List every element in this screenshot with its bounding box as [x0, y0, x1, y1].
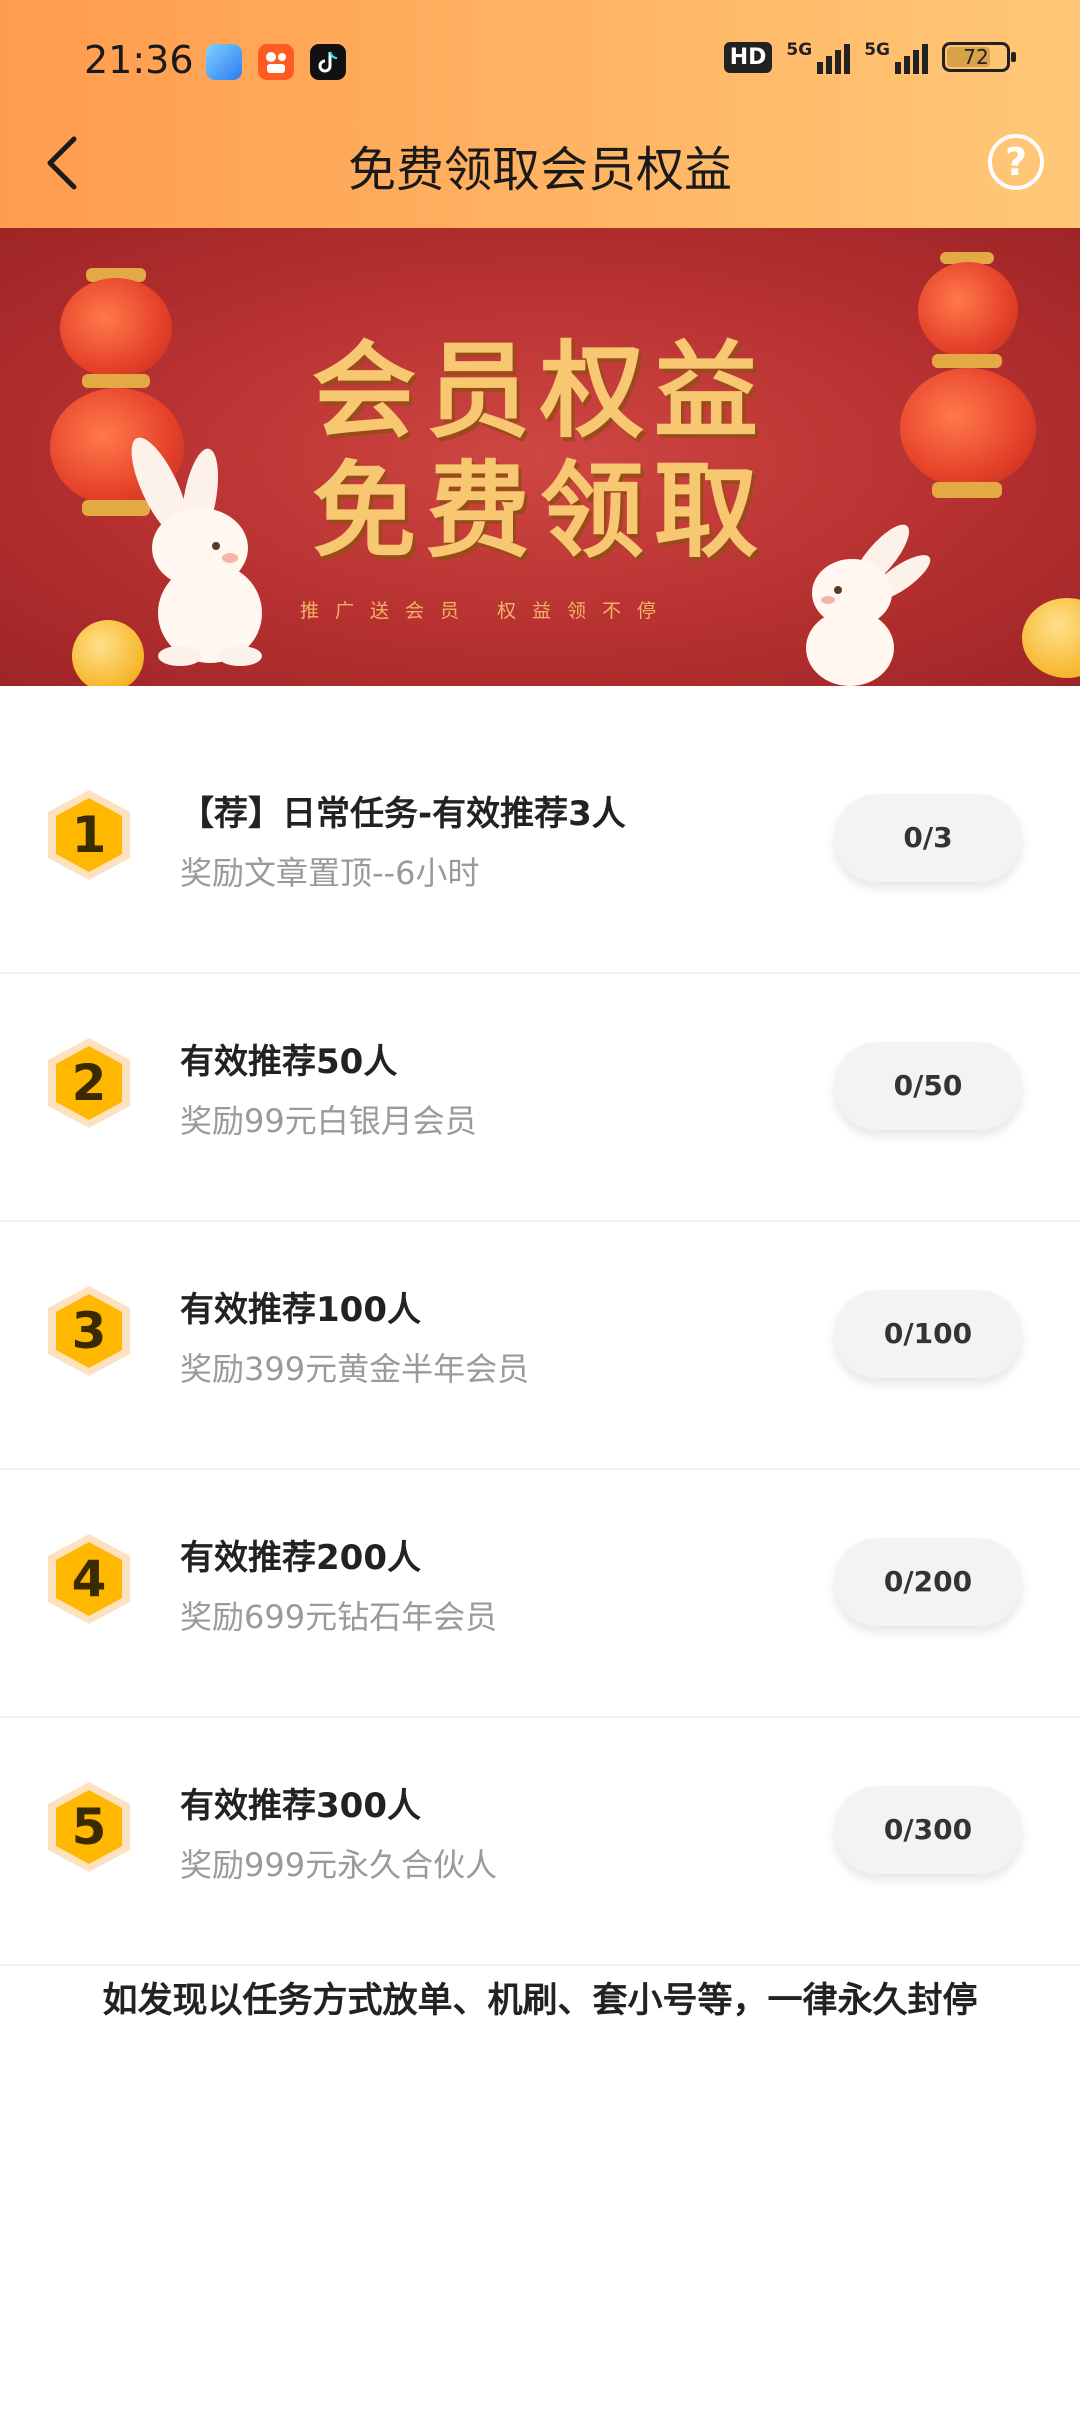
signal-icon-2: 5G: [864, 40, 928, 74]
task-list: 1 【荐】日常任务-有效推荐3人 奖励文章置顶--6小时 0/3 2 有效推荐5…: [0, 726, 1080, 1966]
task-item: 2 有效推荐50人 奖励99元白银月会员 0/50: [0, 974, 1080, 1222]
task-title: 有效推荐300人: [180, 1786, 421, 1826]
tiktok-icon: [310, 44, 346, 80]
task-progress-button[interactable]: 0/3: [834, 794, 1022, 882]
rank-badge-icon: 5: [46, 1780, 132, 1874]
task-title: 有效推荐50人: [180, 1042, 398, 1082]
rank-number: 2: [71, 1054, 107, 1112]
task-reward: 奖励699元钻石年会员: [180, 1598, 498, 1636]
task-title: 有效推荐100人: [180, 1290, 421, 1330]
battery-icon: 72: [942, 42, 1016, 72]
task-item: 1 【荐】日常任务-有效推荐3人 奖励文章置顶--6小时 0/3: [0, 726, 1080, 974]
gold-coin-decoration: [72, 620, 144, 686]
task-reward: 奖励99元白银月会员: [180, 1102, 477, 1140]
task-title: 有效推荐200人: [180, 1538, 421, 1578]
rank-number: 3: [71, 1302, 107, 1360]
help-icon[interactable]: ?: [988, 134, 1044, 190]
task-item: 5 有效推荐300人 奖励999元永久合伙人 0/300: [0, 1718, 1080, 1966]
battery-level: 72: [963, 45, 989, 69]
ban-notice: 如发现以任务方式放单、机刷、套小号等，一律永久封停: [102, 1981, 978, 2021]
system-indicators: HD 5G 5G 72: [723, 40, 1016, 74]
rank-number: 4: [71, 1550, 107, 1608]
task-progress-button[interactable]: 0/200: [834, 1538, 1022, 1626]
browser-icon: [206, 44, 242, 80]
rank-badge-icon: 2: [46, 1036, 132, 1130]
kuaishou-icon: [258, 44, 294, 80]
rank-badge-icon: 3: [46, 1284, 132, 1378]
task-reward: 奖励399元黄金半年会员: [180, 1350, 530, 1388]
task-item: 3 有效推荐100人 奖励399元黄金半年会员 0/100: [0, 1222, 1080, 1470]
task-progress-button[interactable]: 0/50: [834, 1042, 1022, 1130]
rank-number: 1: [71, 806, 107, 864]
rank-badge-icon: 1: [46, 788, 132, 882]
task-progress-button[interactable]: 0/300: [834, 1786, 1022, 1874]
banner-title-line2: 免费领取: [311, 450, 768, 572]
task-item: 4 有效推荐200人 奖励699元钻石年会员 0/200: [0, 1470, 1080, 1718]
signal-icon: 5G: [786, 40, 851, 74]
task-reward: 奖励文章置顶--6小时: [180, 854, 480, 892]
promo-banner: 会员权益 免费领取 推广送会员 权益领不停: [0, 228, 1080, 686]
rank-badge-icon: 4: [46, 1532, 132, 1626]
status-time: 21:36: [84, 38, 194, 82]
header-bar: 21:36 HD 5G 5G 72 免费领取会员权益 ?: [0, 0, 1080, 228]
task-reward: 奖励999元永久合伙人: [180, 1846, 498, 1884]
gold-coin-decoration: [1022, 598, 1080, 678]
hd-badge: HD: [723, 41, 773, 73]
page-title: 免费领取会员权益: [347, 142, 732, 198]
banner-subtitle: 推广送会员 权益领不停: [300, 600, 673, 622]
status-bar: 21:36 HD 5G 5G 72: [0, 0, 1080, 120]
rank-number: 5: [71, 1798, 107, 1856]
task-progress-button[interactable]: 0/100: [834, 1290, 1022, 1378]
task-title: 【荐】日常任务-有效推荐3人: [180, 794, 626, 834]
